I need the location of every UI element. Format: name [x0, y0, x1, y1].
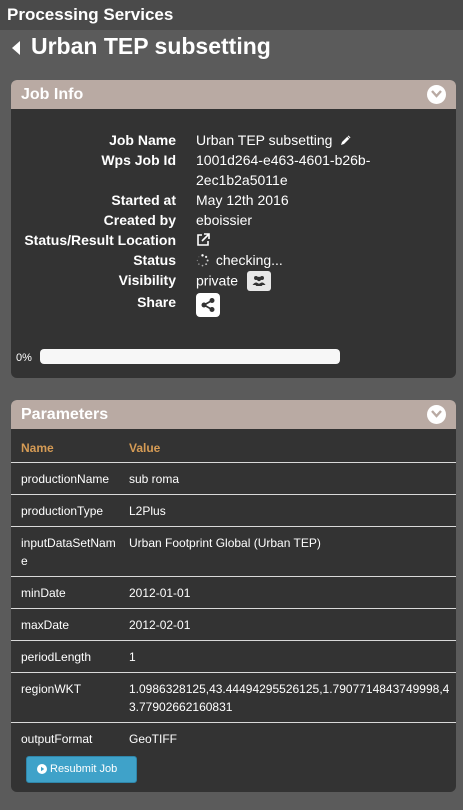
started-at-value: May 12th 2016 — [196, 192, 289, 208]
wps-job-id-row: Wps Job Id 1001d264-e463-4601-b26b- — [11, 152, 456, 172]
wps-job-id-value-1: 1001d264-e463-4601-b26b- — [196, 152, 371, 168]
started-at-row: Started at May 12th 2016 — [11, 192, 456, 212]
table-row: productionName sub roma — [11, 462, 456, 495]
param-value: 2012-02-01 — [119, 608, 456, 641]
param-value: Urban Footprint Global (Urban TEP) — [119, 526, 456, 577]
visibility-row: Visibility private — [11, 271, 456, 292]
status-label: Status — [133, 252, 176, 268]
column-header-name: Name — [11, 434, 119, 463]
started-at-label: Started at — [111, 192, 176, 208]
spinner-icon — [196, 254, 209, 267]
created-by-row: Created by eboissier — [11, 212, 456, 232]
job-name-row: Job Name Urban TEP subsetting — [11, 132, 456, 152]
param-value: 2012-01-01 — [119, 576, 456, 609]
page-title: Urban TEP subsetting — [31, 33, 271, 59]
visibility-value: private — [196, 272, 239, 289]
table-row: inputDataSetName Urban Footprint Global … — [11, 526, 456, 577]
parameters-panel: Parameters Name Value productionName sub… — [11, 400, 456, 792]
status-value: checking... — [215, 252, 283, 268]
play-circle-icon — [37, 764, 47, 774]
column-header-value: Value — [119, 434, 456, 463]
resubmit-label: Resubmit Job — [50, 763, 118, 775]
param-name: productionName — [11, 462, 119, 495]
param-value: L2Plus — [119, 494, 456, 527]
parameters-header[interactable]: Parameters — [11, 400, 456, 429]
job-name-label: Job Name — [109, 132, 176, 148]
table-row: regionWKT 1.0986328125,43.44494295526125… — [11, 672, 456, 723]
progress-bar — [40, 349, 340, 364]
created-by-value: eboissier — [196, 212, 253, 228]
parameters-table: Name Value productionName sub roma produ… — [11, 434, 456, 754]
chevron-left-icon[interactable] — [11, 41, 21, 55]
status-value-wrap: checking... — [196, 252, 283, 268]
chevron-down-icon[interactable] — [427, 405, 446, 424]
table-row: outputFormat GeoTIFF — [11, 723, 456, 755]
table-row: periodLength 1 — [11, 640, 456, 673]
pencil-icon[interactable] — [340, 134, 352, 146]
status-location-label: Status/Result Location — [24, 232, 176, 248]
share-label: Share — [137, 294, 176, 310]
wps-job-id-label: Wps Job Id — [101, 152, 176, 168]
wps-job-id-value-2: 2ec1b2a5011e — [196, 172, 288, 188]
parameters-title: Parameters — [21, 406, 109, 423]
param-name: minDate — [11, 576, 119, 609]
created-by-label: Created by — [103, 212, 176, 228]
app-title: Processing Services — [7, 5, 174, 24]
table-row: minDate 2012-01-01 — [11, 576, 456, 609]
share-row: Share — [11, 293, 456, 317]
param-name: inputDataSetName — [11, 526, 119, 577]
param-name: productionType — [11, 494, 119, 527]
table-row: maxDate 2012-02-01 — [11, 608, 456, 641]
visibility-button[interactable] — [246, 271, 271, 291]
status-location-row: Status/Result Location — [11, 232, 456, 252]
job-info-panel: Job Info Job Name Urban TEP subsetting W… — [11, 80, 456, 378]
job-name-value-wrap: Urban TEP subsetting — [196, 132, 352, 148]
job-name-value: Urban TEP subsetting — [196, 132, 333, 148]
table-row: productionType L2Plus — [11, 494, 456, 527]
visibility-value-wrap: private — [196, 271, 271, 292]
share-button[interactable] — [196, 293, 220, 317]
job-info-title: Job Info — [21, 86, 84, 103]
param-name: regionWKT — [11, 672, 119, 723]
share-icon — [201, 298, 215, 312]
param-value: 1.0986328125,43.44494295526125,1.7907714… — [119, 672, 456, 723]
param-name: periodLength — [11, 640, 119, 673]
group-icon — [252, 276, 266, 286]
param-value: sub roma — [119, 462, 456, 495]
param-name: outputFormat — [21, 732, 93, 746]
wps-job-id-row-cont: 2ec1b2a5011e — [11, 172, 456, 192]
external-link-icon[interactable] — [196, 233, 210, 247]
top-bar: Processing Services — [0, 0, 463, 30]
progress-label: 0% — [16, 352, 32, 364]
param-name: maxDate — [11, 608, 119, 641]
param-value: 1 — [119, 640, 456, 673]
param-value: GeoTIFF — [129, 732, 178, 746]
resubmit-job-button[interactable]: Resubmit Job — [26, 756, 137, 783]
status-row: Status checking... — [11, 252, 456, 272]
visibility-label: Visibility — [118, 272, 176, 288]
chevron-down-icon[interactable] — [427, 85, 446, 104]
table-header-row: Name Value — [11, 434, 456, 463]
job-info-header[interactable]: Job Info — [11, 80, 456, 109]
